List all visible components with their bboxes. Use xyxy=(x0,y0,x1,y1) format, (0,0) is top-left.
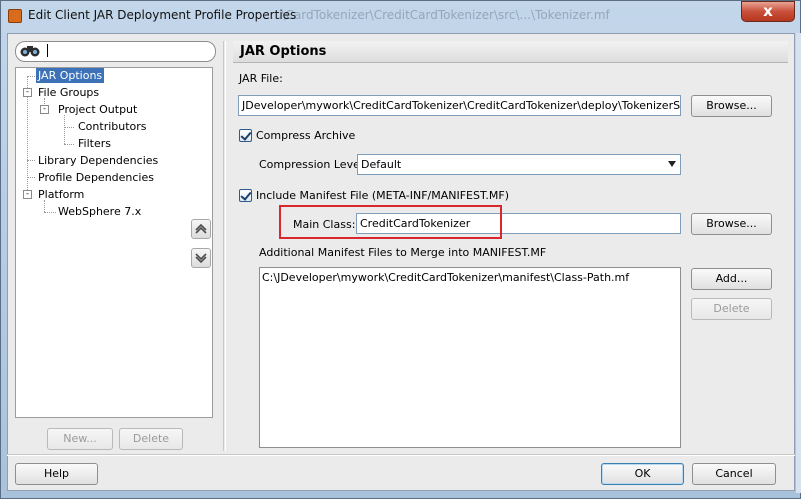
additional-manifest-label: Additional Manifest Files to Merge into … xyxy=(259,246,547,259)
tree-item-library-dependencies[interactable]: Library Dependencies xyxy=(36,153,160,168)
binoculars-icon[interactable] xyxy=(20,44,40,58)
include-manifest-label: Include Manifest File (META-INF/MANIFEST… xyxy=(256,189,510,202)
cancel-button[interactable]: Cancel xyxy=(692,463,776,485)
expander-project-output[interactable]: - xyxy=(40,105,49,114)
main-class-browse-button[interactable]: Browse... xyxy=(691,213,772,235)
compression-level-label: Compression Level xyxy=(259,158,363,171)
compress-archive-label: Compress Archive xyxy=(256,129,356,142)
pane-splitter[interactable] xyxy=(223,41,226,451)
chevron-down-icon xyxy=(195,253,207,264)
tree-connector xyxy=(64,127,74,128)
app-icon xyxy=(8,9,22,23)
compression-level-select[interactable]: Default xyxy=(357,154,681,175)
tree-connector xyxy=(27,160,35,161)
highlight-annotation-box xyxy=(279,205,502,239)
tree-connector xyxy=(64,115,65,144)
text-caret xyxy=(47,44,48,57)
help-button[interactable]: Help xyxy=(15,463,98,485)
dropdown-arrow-icon[interactable] xyxy=(668,161,676,167)
move-down-button[interactable] xyxy=(191,248,211,268)
section-title: JAR Options xyxy=(240,44,327,59)
jar-browse-button[interactable]: Browse... xyxy=(691,95,772,117)
footer-separator xyxy=(7,454,795,456)
background-window-title: ...\CardTokenizer\CreditCardTokenizer\sr… xyxy=(270,8,610,22)
tree-connector xyxy=(64,144,74,145)
new-button[interactable]: New... xyxy=(47,428,113,450)
tree-item-contributors[interactable]: Contributors xyxy=(76,119,149,134)
close-icon: x xyxy=(763,2,773,20)
add-manifest-button[interactable]: Add... xyxy=(691,268,772,290)
tree-item-file-groups[interactable]: File Groups xyxy=(36,85,101,100)
move-up-button[interactable] xyxy=(191,219,211,239)
ok-button[interactable]: OK xyxy=(601,463,684,485)
window-title: Edit Client JAR Deployment Profile Prope… xyxy=(28,8,297,22)
search-input[interactable] xyxy=(15,41,216,62)
jar-file-label: JAR File: xyxy=(239,72,283,85)
tree-item-platform[interactable]: Platform xyxy=(36,187,86,202)
tree-connector xyxy=(27,177,35,178)
tree-item-filters[interactable]: Filters xyxy=(76,136,113,151)
jar-file-input[interactable]: JDeveloper\mywork\CreditCardTokenizer\Cr… xyxy=(238,95,681,116)
list-item[interactable]: C:\JDeveloper\mywork\CreditCardTokenizer… xyxy=(262,271,629,284)
window-edge xyxy=(796,33,801,493)
tree-item-websphere[interactable]: WebSphere 7.x xyxy=(56,204,143,219)
tree-connector xyxy=(44,212,56,213)
manifest-files-list[interactable] xyxy=(259,267,681,448)
include-manifest-checkbox[interactable] xyxy=(239,189,252,202)
tree-item-project-output[interactable]: Project Output xyxy=(56,102,139,117)
expander-platform[interactable]: - xyxy=(23,190,32,199)
compress-archive-checkbox[interactable] xyxy=(239,129,252,142)
expander-file-groups[interactable]: - xyxy=(23,88,32,97)
tree-delete-button[interactable]: Delete xyxy=(119,428,183,450)
delete-manifest-button[interactable]: Delete xyxy=(691,298,772,320)
tree-connector xyxy=(27,76,35,77)
close-button[interactable]: x xyxy=(741,1,795,22)
tree-item-profile-dependencies[interactable]: Profile Dependencies xyxy=(36,170,156,185)
tree-item-jar-options[interactable]: JAR Options xyxy=(36,68,105,83)
chevron-up-icon xyxy=(195,223,207,234)
